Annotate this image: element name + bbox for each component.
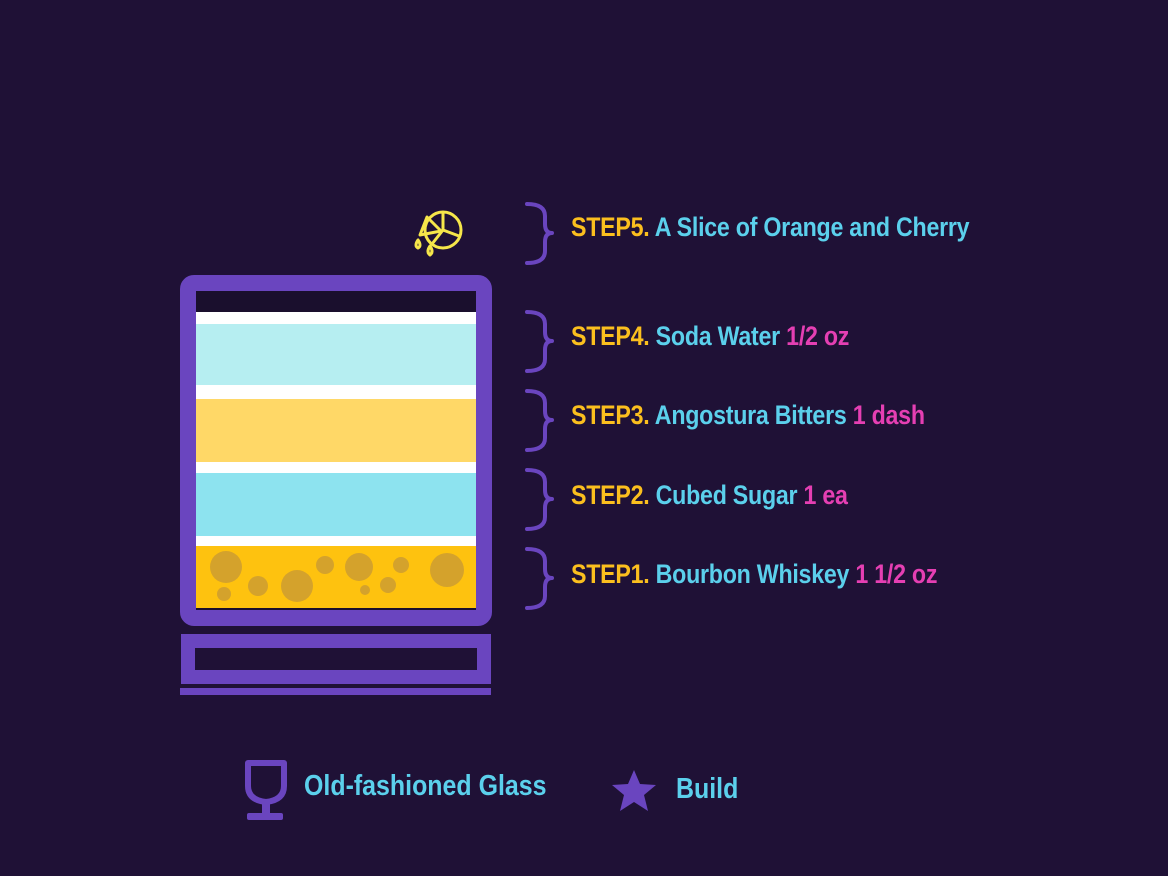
step-braces	[525, 202, 554, 610]
step1-label: STEP1. Bourbon Whiskey 1 1/2 oz	[571, 559, 937, 590]
brace-step4	[525, 310, 554, 373]
star-icon	[612, 770, 656, 811]
brace-step2	[525, 468, 554, 531]
step-number: STEP5.	[571, 212, 650, 242]
step-amount: 1/2 oz	[786, 321, 850, 351]
step-ingredient: A Slice of Orange and Cherry	[654, 212, 970, 242]
glass-base-line	[180, 688, 491, 695]
step-number: STEP1.	[571, 559, 650, 589]
step-ingredient: Cubed Sugar	[655, 480, 798, 510]
cocktail-diagram	[180, 202, 656, 820]
step-number: STEP3.	[571, 400, 650, 430]
step-number: STEP2.	[571, 480, 650, 510]
method-label: Build	[676, 773, 739, 805]
citrus-slice-icon	[414, 210, 463, 257]
step-amount: 1 dash	[852, 400, 925, 430]
step-amount: 1 ea	[803, 480, 848, 510]
step-ingredient: Bourbon Whiskey	[655, 559, 850, 589]
step5-label: STEP5. A Slice of Orange and Cherry	[571, 212, 970, 243]
layer-gap	[196, 462, 476, 473]
brace-step1	[525, 547, 554, 610]
bitters-layer	[196, 399, 476, 462]
old-fashioned-glass	[180, 275, 492, 695]
step3-label: STEP3. Angostura Bitters 1 dash	[571, 400, 925, 431]
brace-step3	[525, 389, 554, 452]
brace-step5	[525, 202, 554, 265]
layer-gap	[196, 536, 476, 546]
glass-base	[181, 634, 491, 684]
layer-gap-top	[196, 312, 476, 324]
step2-label: STEP2. Cubed Sugar 1 ea	[571, 480, 848, 511]
soda-water-layer	[196, 324, 476, 385]
step-amount: 1 1/2 oz	[855, 559, 938, 589]
step-number: STEP4.	[571, 321, 650, 351]
wine-glass-icon	[245, 760, 287, 820]
sugar-layer	[196, 473, 476, 536]
layer-gap	[196, 385, 476, 399]
glass-type-label: Old-fashioned Glass	[304, 770, 547, 802]
step-ingredient: Angostura Bitters	[654, 400, 847, 430]
step-ingredient: Soda Water	[655, 321, 781, 351]
step4-label: STEP4. Soda Water 1/2 oz	[571, 321, 849, 352]
